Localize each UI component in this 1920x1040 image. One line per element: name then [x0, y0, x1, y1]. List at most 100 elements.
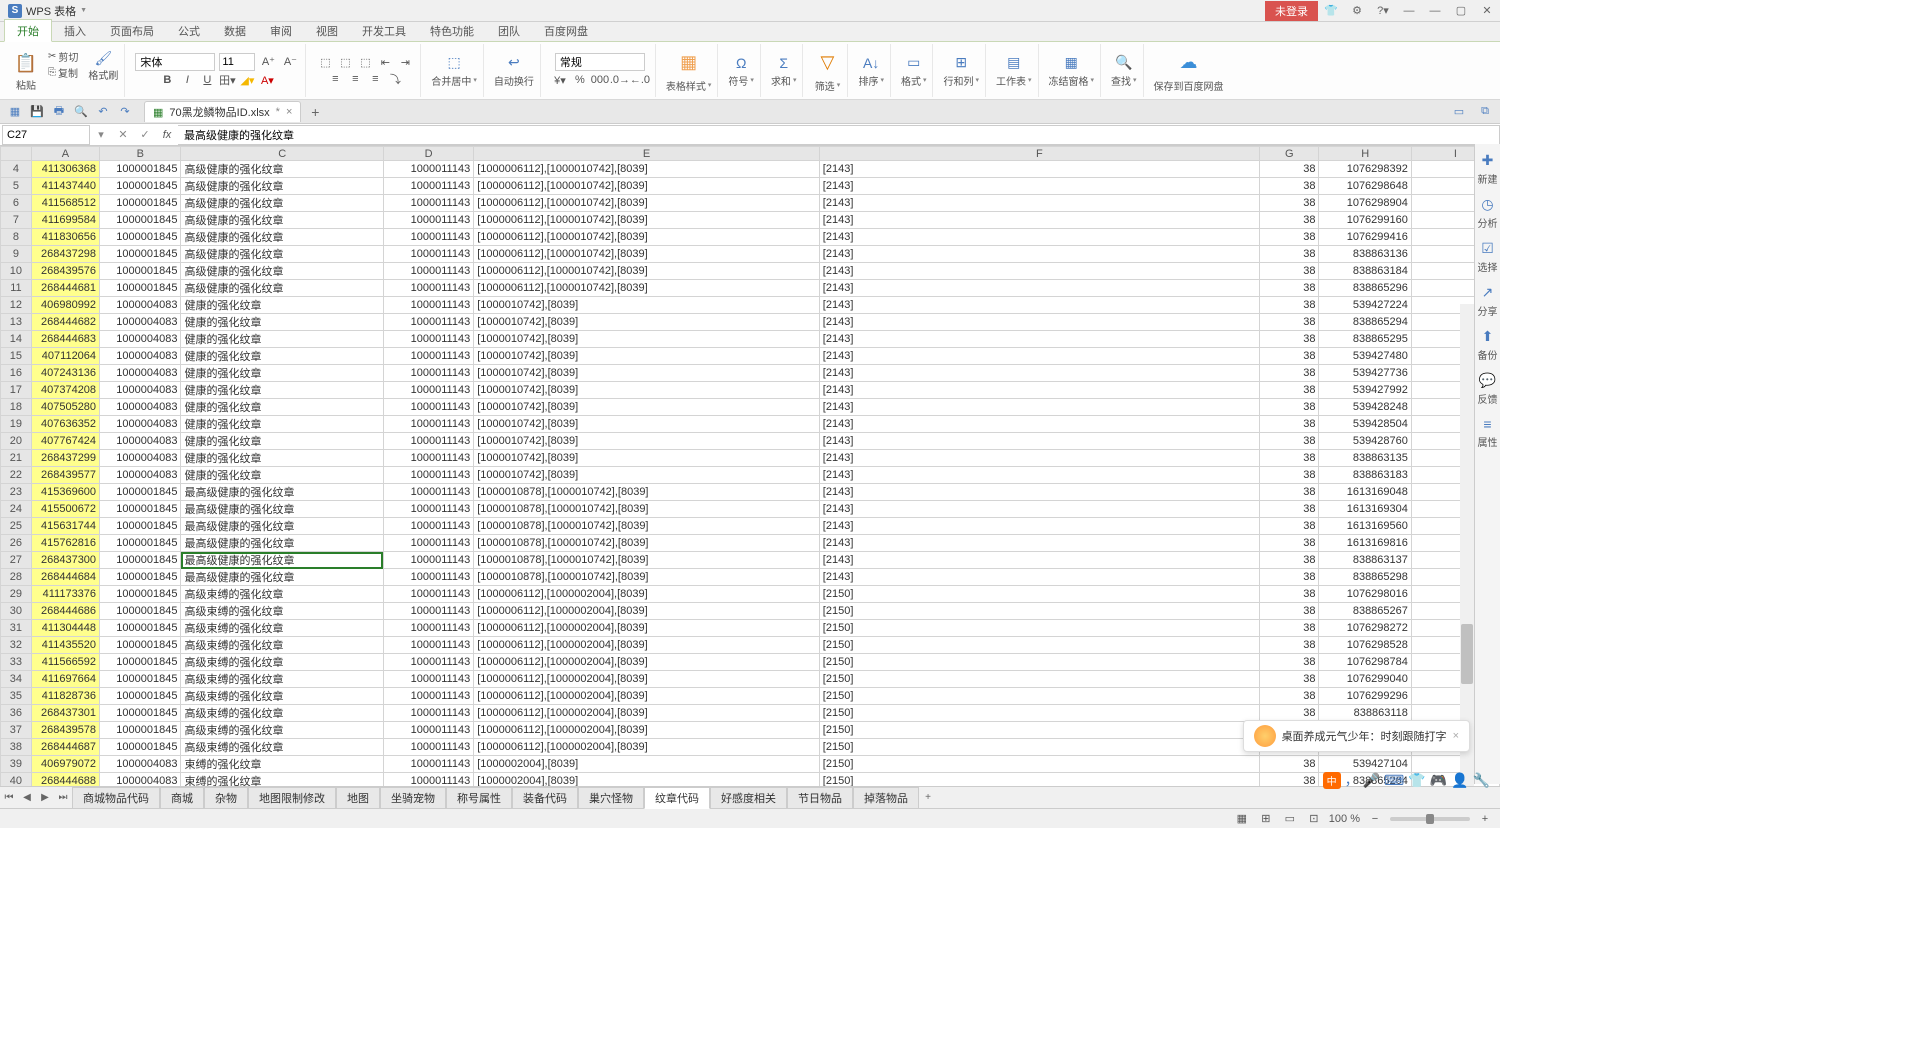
cell[interactable]: 407505280	[31, 399, 99, 416]
cell[interactable]: 1000004083	[100, 348, 181, 365]
cell[interactable]: 38	[1260, 620, 1319, 637]
menu-tab-0[interactable]: 开始	[4, 19, 52, 42]
menu-tab-4[interactable]: 数据	[212, 20, 258, 41]
cell[interactable]: 1000001845	[100, 620, 181, 637]
cell[interactable]: 1000001845	[100, 671, 181, 688]
cell[interactable]: 38	[1260, 246, 1319, 263]
cell[interactable]: 1000001845	[100, 552, 181, 569]
cell[interactable]: 539427480	[1319, 348, 1411, 365]
zoom-slider[interactable]	[1390, 817, 1470, 821]
cell[interactable]: 38	[1260, 756, 1319, 773]
cell[interactable]: 1000011143	[383, 365, 473, 382]
filter-icon[interactable]: ▽	[813, 49, 841, 77]
sort-label[interactable]: 排序▾	[858, 73, 884, 88]
cell[interactable]: 1000004083	[100, 450, 181, 467]
table-row[interactable]: 164072431361000004083健康的强化纹章1000011143[1…	[1, 365, 1500, 382]
side-item-4[interactable]: ⬆备份	[1478, 328, 1498, 362]
cell[interactable]: 38	[1260, 705, 1319, 722]
cell[interactable]: 1076298016	[1319, 586, 1411, 603]
cell[interactable]: 1000001845	[100, 501, 181, 518]
table-row[interactable]: 184075052801000004083健康的强化纹章1000011143[1…	[1, 399, 1500, 416]
cell[interactable]: [1000006112],[1000010742],[8039]	[474, 246, 820, 263]
cell[interactable]: [2150]	[819, 637, 1259, 654]
size-select[interactable]	[219, 53, 255, 71]
cell[interactable]: 1000011143	[383, 688, 473, 705]
cell[interactable]: 1000011143	[383, 756, 473, 773]
menu-tab-9[interactable]: 团队	[486, 20, 532, 41]
ime-mic-icon[interactable]: 🎤	[1363, 772, 1380, 789]
preview-icon[interactable]: 🔍	[70, 102, 92, 122]
vertical-scrollbar[interactable]	[1460, 304, 1474, 786]
cell[interactable]: 415762816	[31, 535, 99, 552]
cell[interactable]: 1000011143	[383, 586, 473, 603]
cell[interactable]: 411437440	[31, 178, 99, 195]
cell[interactable]: 838863135	[1319, 450, 1411, 467]
cell[interactable]: [2150]	[819, 586, 1259, 603]
table-row[interactable]: 204077674241000004083健康的强化纹章1000011143[1…	[1, 433, 1500, 450]
cell[interactable]: 高级健康的强化纹章	[181, 212, 384, 229]
row-header[interactable]: 17	[1, 382, 32, 399]
cell[interactable]: 268439576	[31, 263, 99, 280]
cell[interactable]: [2150]	[819, 654, 1259, 671]
menu-tab-10[interactable]: 百度网盘	[532, 20, 600, 41]
orient-icon[interactable]: ⤵	[386, 71, 404, 87]
menu-tab-2[interactable]: 页面布局	[98, 20, 166, 41]
table-row[interactable]: 264157628161000001845最高级健康的强化纹章100001114…	[1, 535, 1500, 552]
menu-tab-5[interactable]: 审阅	[258, 20, 304, 41]
cell[interactable]: 1000011143	[383, 195, 473, 212]
cell[interactable]: 1000011143	[383, 246, 473, 263]
scroll-thumb[interactable]	[1461, 624, 1473, 684]
sum-icon[interactable]: Σ	[775, 54, 793, 72]
table-style-label[interactable]: 表格样式▾	[666, 78, 712, 93]
format-label[interactable]: 格式▾	[901, 73, 927, 88]
cell[interactable]: [1000010742],[8039]	[474, 365, 820, 382]
cell[interactable]: [2143]	[819, 535, 1259, 552]
cell[interactable]: 38	[1260, 552, 1319, 569]
cell[interactable]: 38	[1260, 671, 1319, 688]
cell[interactable]: 1000001845	[100, 569, 181, 586]
cell[interactable]: [1000010742],[8039]	[474, 314, 820, 331]
cell[interactable]: 539428504	[1319, 416, 1411, 433]
col-header-H[interactable]: H	[1319, 147, 1411, 161]
cell[interactable]: [1000010878],[1000010742],[8039]	[474, 484, 820, 501]
table-row[interactable]: 394069790721000004083束缚的强化纹章1000011143[1…	[1, 756, 1500, 773]
cell[interactable]: 38	[1260, 314, 1319, 331]
minimize-icon[interactable]: —	[1422, 0, 1448, 22]
notif-close-icon[interactable]: ×	[1453, 730, 1459, 742]
cell[interactable]: 1000011143	[383, 620, 473, 637]
font-select[interactable]	[135, 53, 215, 71]
table-row[interactable]: 354118287361000001845高级束缚的强化纹章1000011143…	[1, 688, 1500, 705]
row-header[interactable]: 14	[1, 331, 32, 348]
app-menu-dropdown[interactable]: ▼	[80, 7, 87, 14]
cell[interactable]: 1000011143	[383, 773, 473, 787]
cell[interactable]: 1000004083	[100, 365, 181, 382]
zoom-thumb[interactable]	[1426, 814, 1434, 824]
cell[interactable]: 高级束缚的强化纹章	[181, 620, 384, 637]
row-header[interactable]: 38	[1, 739, 32, 756]
wrap-icon[interactable]: ↩	[505, 54, 523, 72]
cell[interactable]: 1000001845	[100, 229, 181, 246]
cell[interactable]: 1000001845	[100, 195, 181, 212]
cell[interactable]: [1000006112],[1000010742],[8039]	[474, 280, 820, 297]
sort-icon[interactable]: A↓	[862, 54, 880, 72]
cell[interactable]: 1613169560	[1319, 518, 1411, 535]
cell[interactable]: [2150]	[819, 603, 1259, 620]
cell[interactable]: 38	[1260, 586, 1319, 603]
cell[interactable]: [2143]	[819, 161, 1259, 178]
cell[interactable]: 1000001845	[100, 280, 181, 297]
sheet-icon[interactable]: ▤	[1005, 54, 1023, 72]
cell[interactable]: [1000006112],[1000010742],[8039]	[474, 161, 820, 178]
cell[interactable]: 1076298392	[1319, 161, 1411, 178]
ime-game-icon[interactable]: 🎮	[1430, 772, 1447, 789]
row-header[interactable]: 37	[1, 722, 32, 739]
cell[interactable]: 1000004083	[100, 399, 181, 416]
cell[interactable]: 268444683	[31, 331, 99, 348]
cell[interactable]: [1000006112],[1000002004],[8039]	[474, 688, 820, 705]
cell[interactable]: 38	[1260, 365, 1319, 382]
format-brush-icon[interactable]: 🖌	[94, 49, 112, 67]
cut-button[interactable]: ✂ 剪切	[48, 49, 78, 64]
cell[interactable]: [2143]	[819, 280, 1259, 297]
paste-icon[interactable]: 📋	[12, 49, 40, 77]
italic-button[interactable]: I	[178, 72, 196, 88]
row-header[interactable]: 39	[1, 756, 32, 773]
